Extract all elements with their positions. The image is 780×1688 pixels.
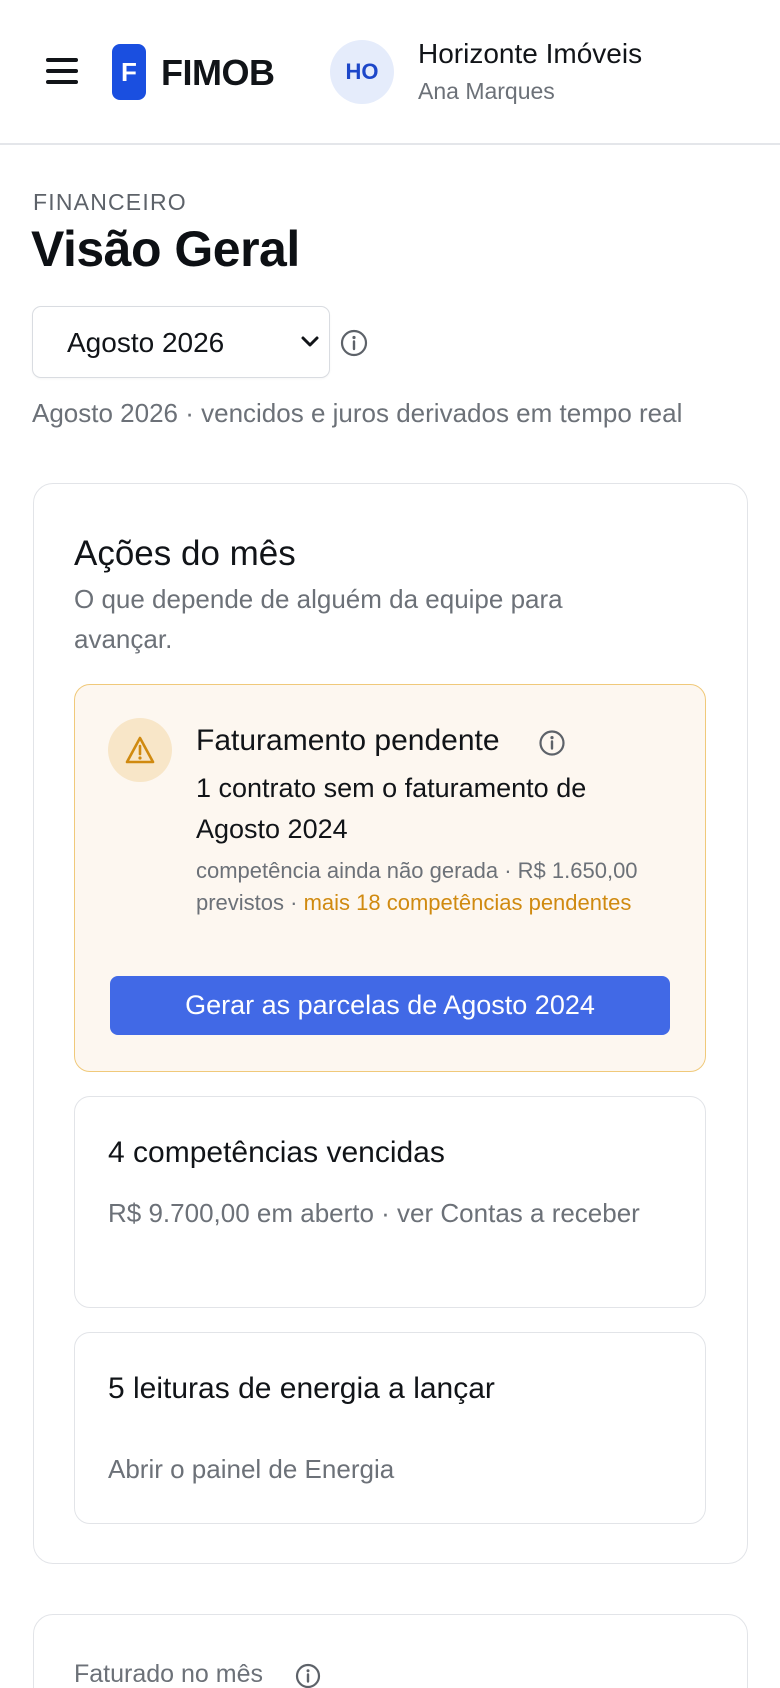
- month-select[interactable]: Agosto 2026: [32, 306, 330, 378]
- overdue-competencies-desc[interactable]: R$ 9.700,00 em aberto · ver Contas a rec…: [108, 1193, 648, 1233]
- info-icon[interactable]: [295, 1663, 321, 1688]
- warning-badge: [108, 718, 172, 782]
- actions-card-title: Ações do mês: [74, 534, 296, 573]
- pending-billing-title: Faturamento pendente: [196, 724, 500, 757]
- hamburger-menu-icon[interactable]: [46, 56, 80, 86]
- pending-competencies-link[interactable]: mais 18 competências pendentes: [304, 890, 632, 915]
- section-eyebrow: FINANCEIRO: [33, 189, 187, 215]
- info-icon[interactable]: [340, 329, 368, 357]
- page-title: Visão Geral: [31, 221, 300, 277]
- energy-readings-item[interactable]: [74, 1332, 706, 1524]
- info-icon[interactable]: [538, 729, 566, 757]
- user-name: Ana Marques: [418, 78, 555, 104]
- avatar[interactable]: HO: [330, 40, 394, 104]
- period-subline: Agosto 2026 · vencidos e juros derivados…: [32, 398, 683, 428]
- month-select-value: Agosto 2026: [67, 327, 225, 358]
- overdue-competencies-title: 4 competências vencidas: [108, 1136, 445, 1169]
- pending-billing-meta: competência ainda não gerada · R$ 1.650,…: [196, 855, 656, 919]
- generate-installments-button[interactable]: Gerar as parcelas de Agosto 2024: [110, 976, 670, 1035]
- logo-icon: F: [112, 44, 146, 100]
- energy-readings-title: 5 leituras de energia a lançar: [108, 1372, 495, 1405]
- pending-billing-text: 1 contrato sem o faturamento de Agosto 2…: [196, 773, 587, 844]
- warning-triangle-icon: [125, 736, 155, 764]
- energy-panel-link[interactable]: Abrir o painel de Energia: [108, 1449, 648, 1489]
- brand-name: FIMOB: [161, 52, 275, 93]
- billed-month-label: Faturado no mês: [74, 1660, 263, 1688]
- app-header: F FIMOB HO Horizonte Imóveis Ana Marques: [0, 0, 780, 145]
- chevron-down-icon: [301, 336, 319, 347]
- actions-card-subtitle: O que depende de alguém da equipe para a…: [74, 584, 563, 654]
- organization-name: Horizonte Imóveis: [418, 38, 643, 69]
